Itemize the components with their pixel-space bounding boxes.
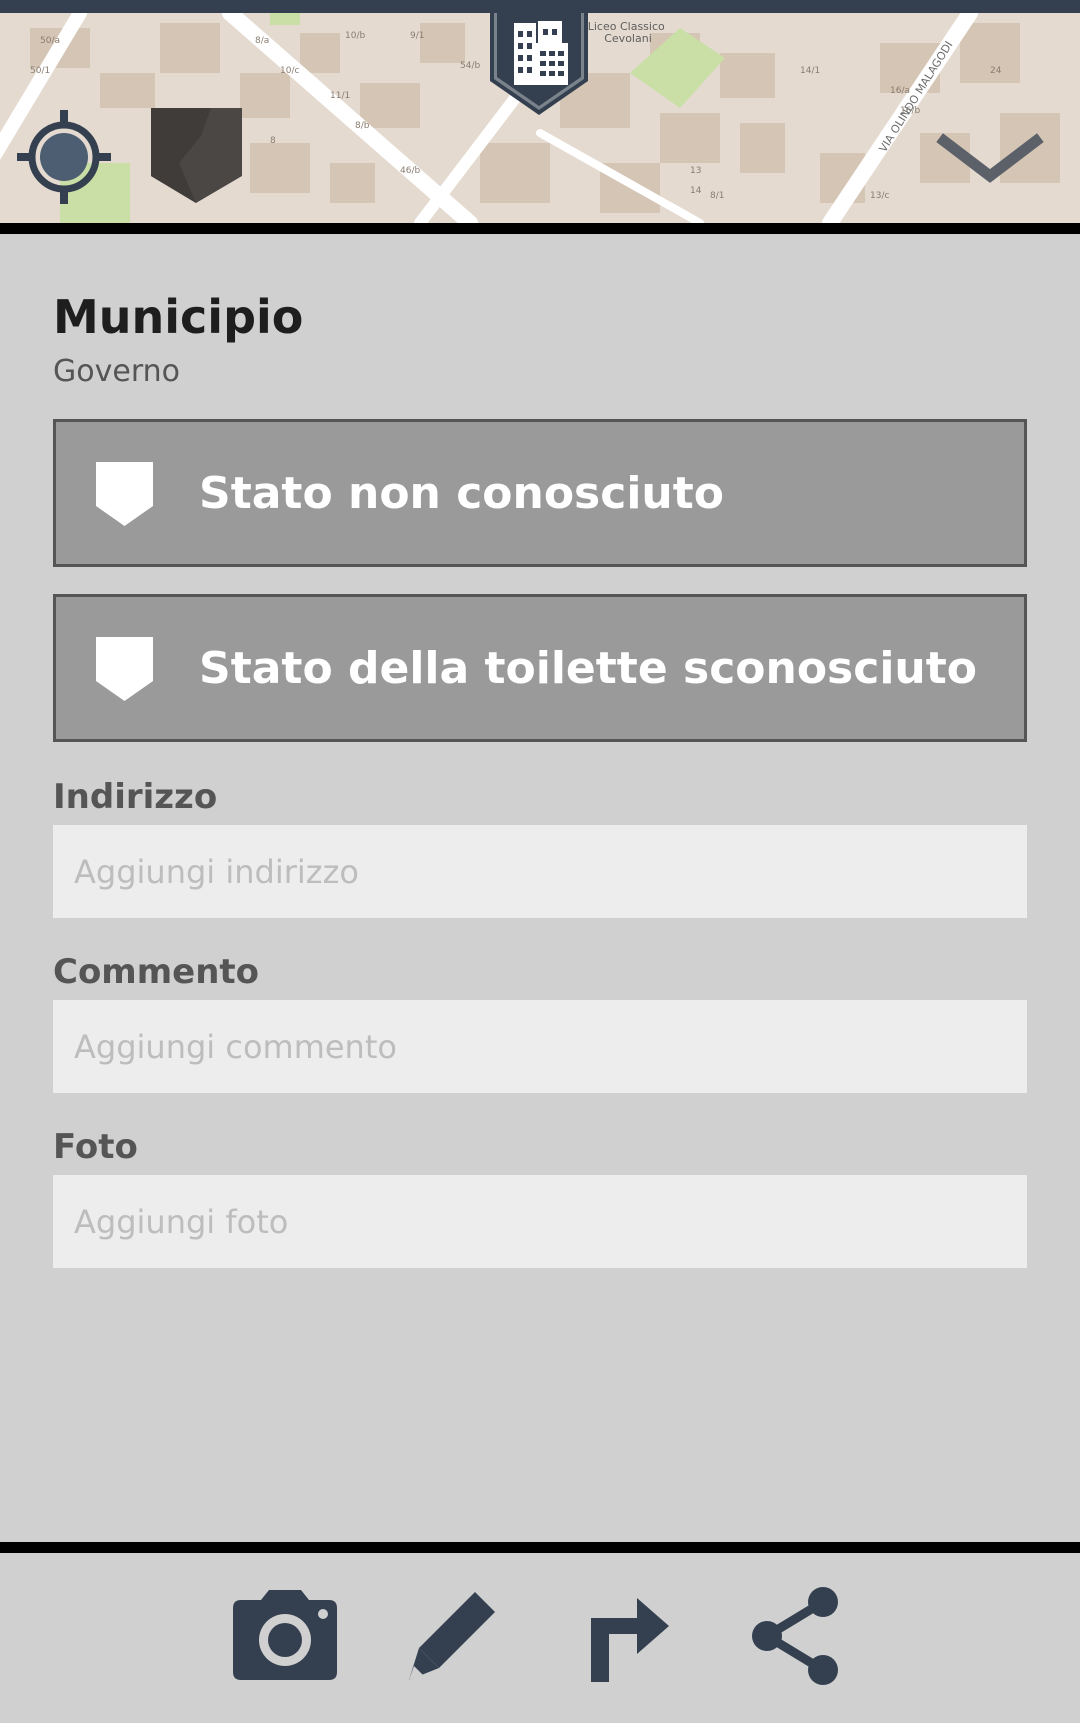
share-button[interactable]	[735, 1586, 855, 1686]
map-house-number: 16/a	[890, 86, 910, 96]
toilet-status-button[interactable]: Stato della toilette sconosciuto	[53, 594, 1027, 742]
poi-title: Municipio	[53, 290, 304, 344]
share-icon	[752, 1587, 838, 1685]
top-status-bar	[0, 0, 1080, 13]
map-house-number: 14	[690, 186, 702, 196]
address-label: Indirizzo	[53, 777, 218, 817]
map-house-number: 54/b	[460, 61, 480, 71]
bottom-divider	[0, 1542, 1080, 1553]
poi-detail-panel: Municipio Governo Stato non conosciuto S…	[0, 234, 1080, 1542]
map-house-number: 10/c	[280, 66, 299, 76]
map-house-number: 14/1	[800, 66, 820, 76]
map-house-number: 9/1	[410, 31, 424, 41]
map-house-number: 8	[270, 136, 276, 146]
map-view[interactable]: 50/a 50/1 8/a 10/b 10/c 9/1 11/1 8/b 8 5…	[0, 13, 1080, 223]
comment-label: Commento	[53, 952, 260, 992]
map-house-number: 8/b	[355, 121, 370, 131]
map-house-number: 24	[990, 66, 1002, 76]
pencil-icon	[409, 1592, 495, 1680]
map-house-number: 50/1	[30, 66, 50, 76]
turn-right-arrow-icon	[591, 1598, 669, 1682]
toilet-status-label: Stato della toilette sconosciuto	[199, 642, 977, 694]
edit-button[interactable]	[395, 1586, 515, 1686]
map-divider	[0, 223, 1080, 234]
photo-input[interactable]	[53, 1175, 1027, 1268]
map-house-number: 46/b	[400, 166, 420, 176]
map-house-number: 13/c	[870, 191, 889, 201]
poi-category: Governo	[53, 354, 180, 389]
map-canvas[interactable]: 50/a 50/1 8/a 10/b 10/c 9/1 11/1 8/b 8 5…	[0, 13, 1080, 223]
map-house-number: 8/1	[710, 191, 724, 201]
map-house-number: 50/a	[40, 36, 60, 46]
camera-icon	[233, 1590, 337, 1680]
map-house-number: 8/a	[255, 36, 269, 46]
address-input[interactable]	[53, 825, 1027, 918]
shield-badge-icon	[96, 462, 153, 526]
action-toolbar	[0, 1553, 1080, 1723]
photo-label: Foto	[53, 1127, 138, 1167]
access-status-button[interactable]: Stato non conosciuto	[53, 419, 1027, 567]
directions-button[interactable]	[565, 1586, 685, 1686]
map-house-number: 10/b	[345, 31, 365, 41]
map-house-number: 13	[690, 166, 701, 176]
map-house-number: 11/1	[330, 91, 350, 101]
camera-button[interactable]	[225, 1586, 345, 1686]
access-status-label: Stato non conosciuto	[199, 467, 724, 519]
comment-input[interactable]	[53, 1000, 1027, 1093]
shield-badge-icon	[96, 637, 153, 701]
